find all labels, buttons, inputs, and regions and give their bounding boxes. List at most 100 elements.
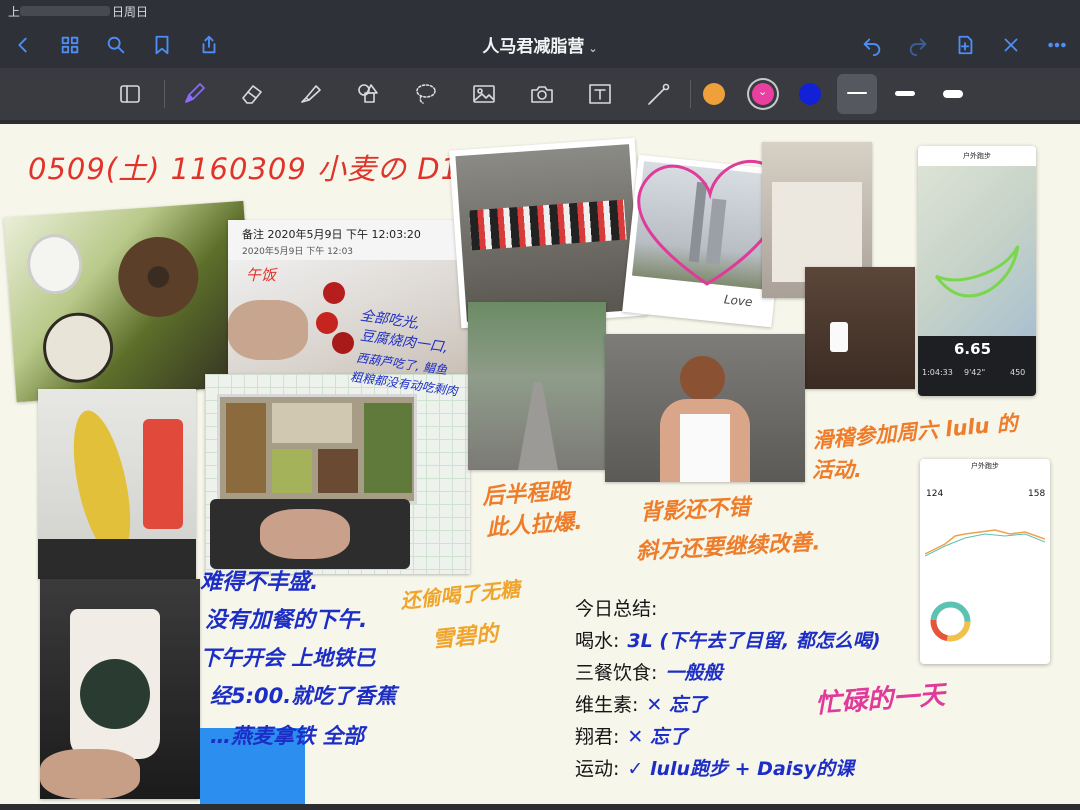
hand [40, 749, 140, 799]
note-canvas[interactable]: 0509(土) 1160309 小麦の D13 备注 2020年5月9日 下午 … [0, 124, 1080, 804]
summary-row: 运动: ✓ lulu跑步 + Daisy的课 [575, 754, 854, 781]
phone-title: 户外跑步 [971, 462, 999, 470]
image-icon[interactable] [468, 78, 500, 110]
search-icon[interactable] [101, 30, 131, 60]
pen-icon[interactable] [178, 78, 210, 110]
bookmark-icon[interactable] [147, 30, 177, 60]
dinner-note-line: 经5:00.就吃了香蕉 [210, 684, 397, 708]
shoulders [660, 399, 750, 482]
run-distance: 6.65 [954, 340, 992, 358]
toolbar-divider [690, 80, 691, 108]
food-compartment [318, 449, 358, 493]
run-pace: 9'42" [964, 368, 986, 377]
camera-icon[interactable] [526, 78, 558, 110]
milk-cup [25, 232, 85, 297]
run-time: 1:04:33 [922, 368, 953, 377]
summary-label: 维生素: [575, 694, 639, 716]
color-swatch-orange[interactable] [703, 83, 725, 105]
lunchbox-photo [205, 374, 470, 574]
timestamp: 备注 2020年5月9日 下午 12:03:20 [242, 228, 421, 241]
summary-value: 一般般 [665, 662, 723, 684]
document-title-text: 人马君减脂营 [482, 37, 585, 57]
stroke-width-thick[interactable] [933, 74, 973, 114]
summary-value: 3L (下午去了目留, 都怎么喝) [627, 630, 881, 652]
tomato [323, 282, 345, 304]
medium-line-icon [895, 91, 915, 96]
run-route-screenshot: 户外跑步 6.65 1:04:33 9'42" 450 [918, 146, 1036, 396]
bottom-edge [0, 804, 1080, 810]
run-stats-panel: 6.65 1:04:33 9'42" 450 [918, 336, 1036, 396]
caption-2-line: 斜方还要继续改善. [635, 530, 822, 565]
thick-line-icon [943, 90, 963, 98]
summary-value: ✕ 忘了 [627, 726, 688, 748]
stroke-width-thin[interactable] [837, 74, 877, 114]
starbucks-logo [80, 659, 150, 729]
back-icon[interactable] [8, 30, 38, 60]
food-compartment [272, 403, 352, 443]
salad-photo [3, 200, 257, 403]
app-bar: 人马君减脂营 ⌄ [0, 22, 1080, 68]
status-bar: 上 日周日 [0, 0, 1080, 22]
add-page-icon[interactable] [950, 30, 980, 60]
food-compartment [226, 403, 266, 493]
phone-case [143, 419, 183, 529]
hand [228, 300, 308, 360]
cup [830, 322, 848, 352]
road [518, 382, 558, 470]
drink-note-line: 雪碧的 [431, 621, 500, 654]
runner-back-photo [605, 334, 805, 482]
lasso-icon[interactable] [410, 78, 442, 110]
floor [38, 539, 196, 579]
chevron-down-icon: ⌄ [588, 42, 598, 55]
food-compartment [272, 449, 312, 493]
coffee-photo [40, 579, 200, 799]
lulu-caption-line: 活动. [812, 458, 862, 482]
summary-title: 今日总结: [575, 598, 658, 620]
caption-1-line: 此人拉爆. [485, 509, 584, 542]
stroke-width-medium[interactable] [885, 74, 925, 114]
note-header: 0509(土) 1160309 小麦の D13 [28, 152, 480, 186]
hand [260, 509, 350, 559]
runners [469, 199, 627, 251]
text-icon[interactable] [584, 78, 616, 110]
grid-icon[interactable] [55, 30, 85, 60]
group-photo [449, 137, 647, 329]
run-kcal: 450 [1010, 368, 1026, 377]
bagel [115, 234, 202, 320]
hr-zone-ring [930, 601, 971, 642]
phone-title: 户外跑步 [918, 146, 1036, 166]
tomato [316, 312, 338, 334]
tank-top [680, 414, 730, 482]
tool-bar: ⌄ [0, 68, 1080, 120]
document-title[interactable]: 人马君减脂营 ⌄ [420, 32, 660, 57]
status-left-text: 上 [8, 5, 21, 19]
tofu-bowl [40, 310, 116, 386]
toolbar-divider [164, 80, 165, 108]
color-swatch-blue[interactable] [799, 83, 821, 105]
cafe-photo [805, 267, 915, 389]
redo-icon[interactable] [903, 30, 933, 60]
dinner-note-line: …燕麦拿铁 全部 [210, 724, 365, 748]
summary-value: ✕ 忘了 [646, 694, 707, 716]
shapes-icon[interactable] [352, 78, 384, 110]
undo-icon[interactable] [857, 30, 887, 60]
summary-row: 喝水: 3L (下午去了目留, 都怎么喝) [575, 626, 881, 653]
color-swatch-pink[interactable]: ⌄ [752, 83, 774, 105]
highlighter-icon[interactable] [294, 78, 326, 110]
banana-photo [38, 389, 196, 579]
lunch-tag: 午饭 [246, 266, 277, 284]
head [680, 356, 725, 401]
summary-row: 翔君: ✕ 忘了 [575, 722, 688, 749]
hr-chart [925, 529, 1045, 557]
route-line [934, 245, 1020, 298]
eraser-icon[interactable] [236, 78, 268, 110]
sidebar-icon[interactable] [114, 78, 146, 110]
laser-icon[interactable] [642, 78, 674, 110]
close-icon[interactable] [996, 30, 1026, 60]
timestamp-small: 2020年5月9日 下午 12:03 [242, 247, 354, 257]
dinner-note-line: 没有加餐的下午. [205, 608, 368, 633]
more-icon[interactable] [1042, 30, 1072, 60]
hr-average: 124 [926, 489, 944, 499]
share-icon[interactable] [194, 30, 224, 60]
summary-row: 维生素: ✕ 忘了 [575, 690, 707, 717]
